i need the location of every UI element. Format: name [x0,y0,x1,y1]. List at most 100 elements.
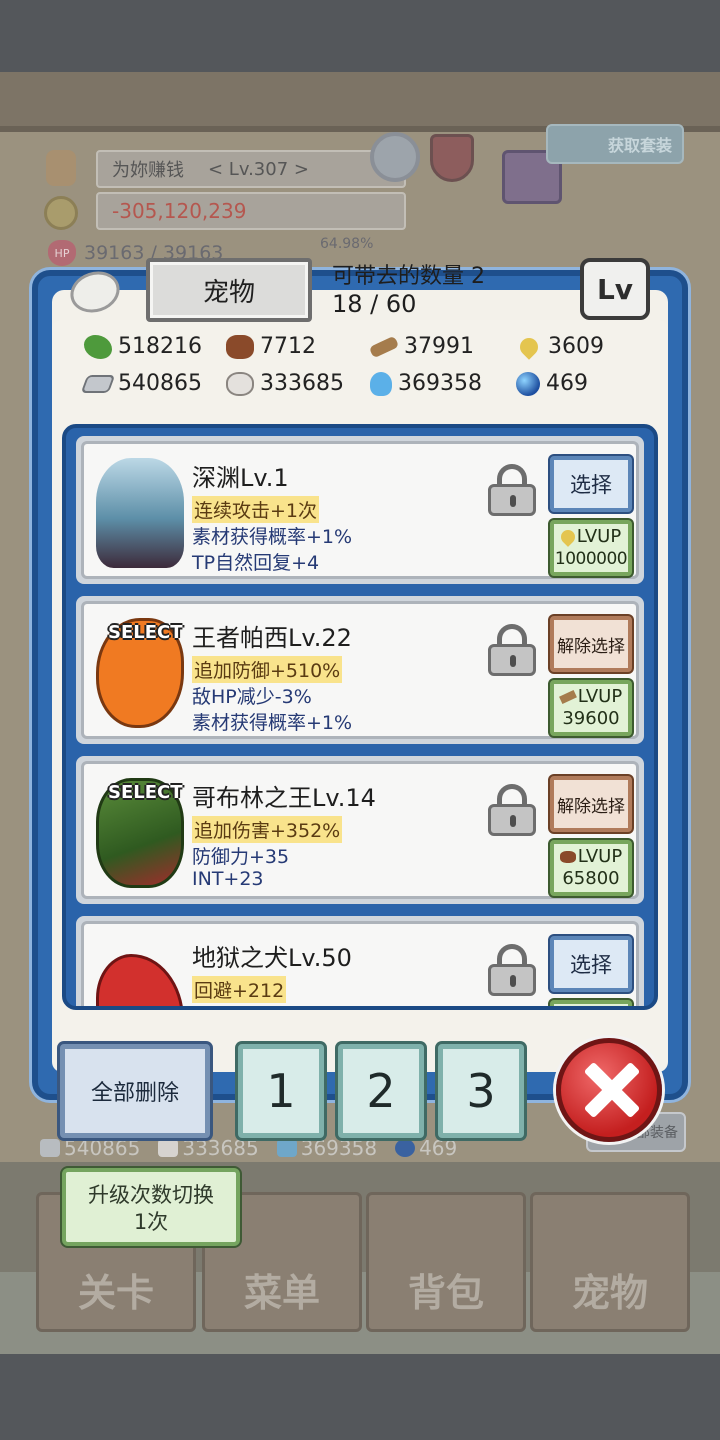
pet-card: 深渊Lv.1 连续攻击+1次 素材获得概率+1% TP自然回复+4 选择 LVU… [76,436,644,584]
flame-icon [276,1139,297,1157]
selected-tag: SELECT [108,782,183,803]
lvup-cost: 65800 [562,868,620,889]
lock-icon[interactable] [488,624,536,676]
resource-drop: 3609 [516,333,644,360]
resource-ingot: 540865 [80,371,226,396]
pet-name: 王者帕西Lv.22 [192,624,352,652]
modal-title: 宠物 [202,277,255,308]
hp-heart-icon: HP [48,240,76,266]
bg-resource-stone: 333685 [158,1136,259,1160]
pet-lvup-button[interactable]: LVUP 1000000 [550,520,632,576]
modal-title-tab: 宠物 [146,258,312,322]
ingot-icon [40,1139,60,1157]
drop-icon [557,527,578,547]
player-name-bar: 为妳赚钱 < Lv.307 > [96,150,406,188]
pet-stat: 素材获得概率+1% [192,526,353,548]
exp-percent: 64.98% [320,236,374,252]
pet-stat: TP自然回复+4 [192,552,320,574]
orb-emblem-icon [370,132,420,182]
get-set-label: 获取套装 [607,136,672,155]
resource-flame: 369358 [370,371,516,396]
lvup-cost: 1000000 [554,549,628,569]
money-value: -305,120,239 [112,199,247,223]
pet-stat: 回避+212 [192,976,287,1003]
background-resource-row: 540865 333685 369358 469 [40,1136,457,1160]
pet-name: 地狱之犬Lv.50 [192,944,352,972]
get-set-button[interactable]: 获取套装 [546,124,684,164]
carry-capacity-label: 可带去的数量 2 [332,264,485,289]
pet-stat: 敌HP减少-3% [192,686,312,708]
resource-herb: 518216 [84,334,226,359]
upgrade-count-toggle-button[interactable]: 升级次数切换 1次 [62,1168,240,1246]
selected-tag: SELECT [108,622,183,643]
pet-card-inner: SELECT 哥布林之王Lv.14 追加伤害+352% 防御力+35 INT+2… [81,761,639,899]
money-bar: -305,120,239 [96,192,406,230]
pet-stat: 防御力+35 [192,846,290,868]
preset-slot-3-button[interactable]: 3 [438,1044,524,1138]
pet-list[interactable]: 深渊Lv.1 连续攻击+1次 素材获得概率+1% TP自然回复+4 选择 LVU… [62,424,658,1010]
nav-pet-button[interactable]: 宠物 [530,1192,690,1332]
plank-icon [368,335,400,358]
resource-plank: 37991 [368,334,516,359]
shield-icon [430,134,474,182]
pet-stat: INT+23 [192,868,264,890]
level-lock-button[interactable]: Lv [580,258,650,320]
resource-stone: 333685 [226,371,370,396]
pet-name: 哥布林之王Lv.14 [192,784,376,812]
hero-avatar-icon [46,150,76,186]
pet-card-inner: 地狱之犬Lv.50 回避+212 选择 [81,921,639,1006]
bg-resource-ingot: 540865 [40,1136,140,1160]
pet-stat: 追加伤害+352% [192,816,343,843]
player-name: 为妳赚钱 [112,160,184,181]
plank-icon [558,689,577,705]
coin-icon [44,196,78,230]
orb-icon [395,1139,416,1157]
lock-icon[interactable] [488,784,536,836]
lvup-cost: 39600 [562,708,620,729]
close-icon[interactable] [556,1038,662,1142]
select-pet-button[interactable]: 选择 [550,456,632,512]
deselect-pet-button[interactable]: 解除选择 [550,616,632,672]
screen: 为妳赚钱 < Lv.307 > -305,120,239 HP 39163 / … [0,0,720,1440]
pet-name: 深渊Lv.1 [192,464,289,492]
background-ceiling [0,72,720,132]
abyss-pet-portrait [96,458,184,568]
pet-card: 地狱之犬Lv.50 回避+212 选择 [76,916,644,1006]
orb-icon [516,371,540,396]
wood-log-icon [226,334,254,359]
pet-card: SELECT 王者帕西Lv.22 追加防御+510% 敌HP减少-3% 素材获得… [76,596,644,744]
pet-stat: 追加防御+510% [192,656,343,683]
pet-stat: 素材获得概率+1% [192,712,353,734]
level-lock-label: Lv [596,272,634,306]
pet-stat: 连续攻击+1次 [192,496,320,523]
delete-all-button[interactable]: 全部删除 [60,1044,210,1138]
drop-icon [516,333,542,360]
pet-card-inner: SELECT 王者帕西Lv.22 追加防御+510% 敌HP减少-3% 素材获得… [81,601,639,739]
bg-resource-flame: 369358 [276,1136,377,1160]
bg-resource-orb: 469 [395,1136,457,1160]
hellhound-pet-portrait [96,954,184,1006]
pet-count: 18 / 60 [332,290,417,318]
pet-lvup-button[interactable] [550,1000,632,1006]
ingot-icon [80,374,116,393]
herb-icon [84,334,112,359]
nav-bag-button[interactable]: 背包 [366,1192,526,1332]
pet-lvup-button[interactable]: LVUP 65800 [550,840,632,896]
resource-grid: 518216 7712 37991 3609 540865 333685 369… [80,333,644,396]
player-level: < Lv.307 > [208,158,309,180]
select-pet-button[interactable]: 选择 [550,936,632,992]
flame-icon [370,371,392,396]
lock-icon[interactable] [488,464,536,516]
pet-card-inner: 深渊Lv.1 连续攻击+1次 素材获得概率+1% TP自然回复+4 选择 LVU… [81,441,639,579]
deselect-pet-button[interactable]: 解除选择 [550,776,632,832]
wood-log-icon [559,851,576,863]
resource-wood: 7712 [226,334,370,359]
pet-lvup-button[interactable]: LVUP 39600 [550,680,632,736]
resource-orb: 469 [516,371,644,396]
stone-icon [226,371,254,396]
stone-icon [158,1139,179,1157]
preset-slot-2-button[interactable]: 2 [338,1044,424,1138]
preset-slot-1-button[interactable]: 1 [238,1044,324,1138]
lock-icon[interactable] [488,944,536,996]
pet-card: SELECT 哥布林之王Lv.14 追加伤害+352% 防御力+35 INT+2… [76,756,644,904]
